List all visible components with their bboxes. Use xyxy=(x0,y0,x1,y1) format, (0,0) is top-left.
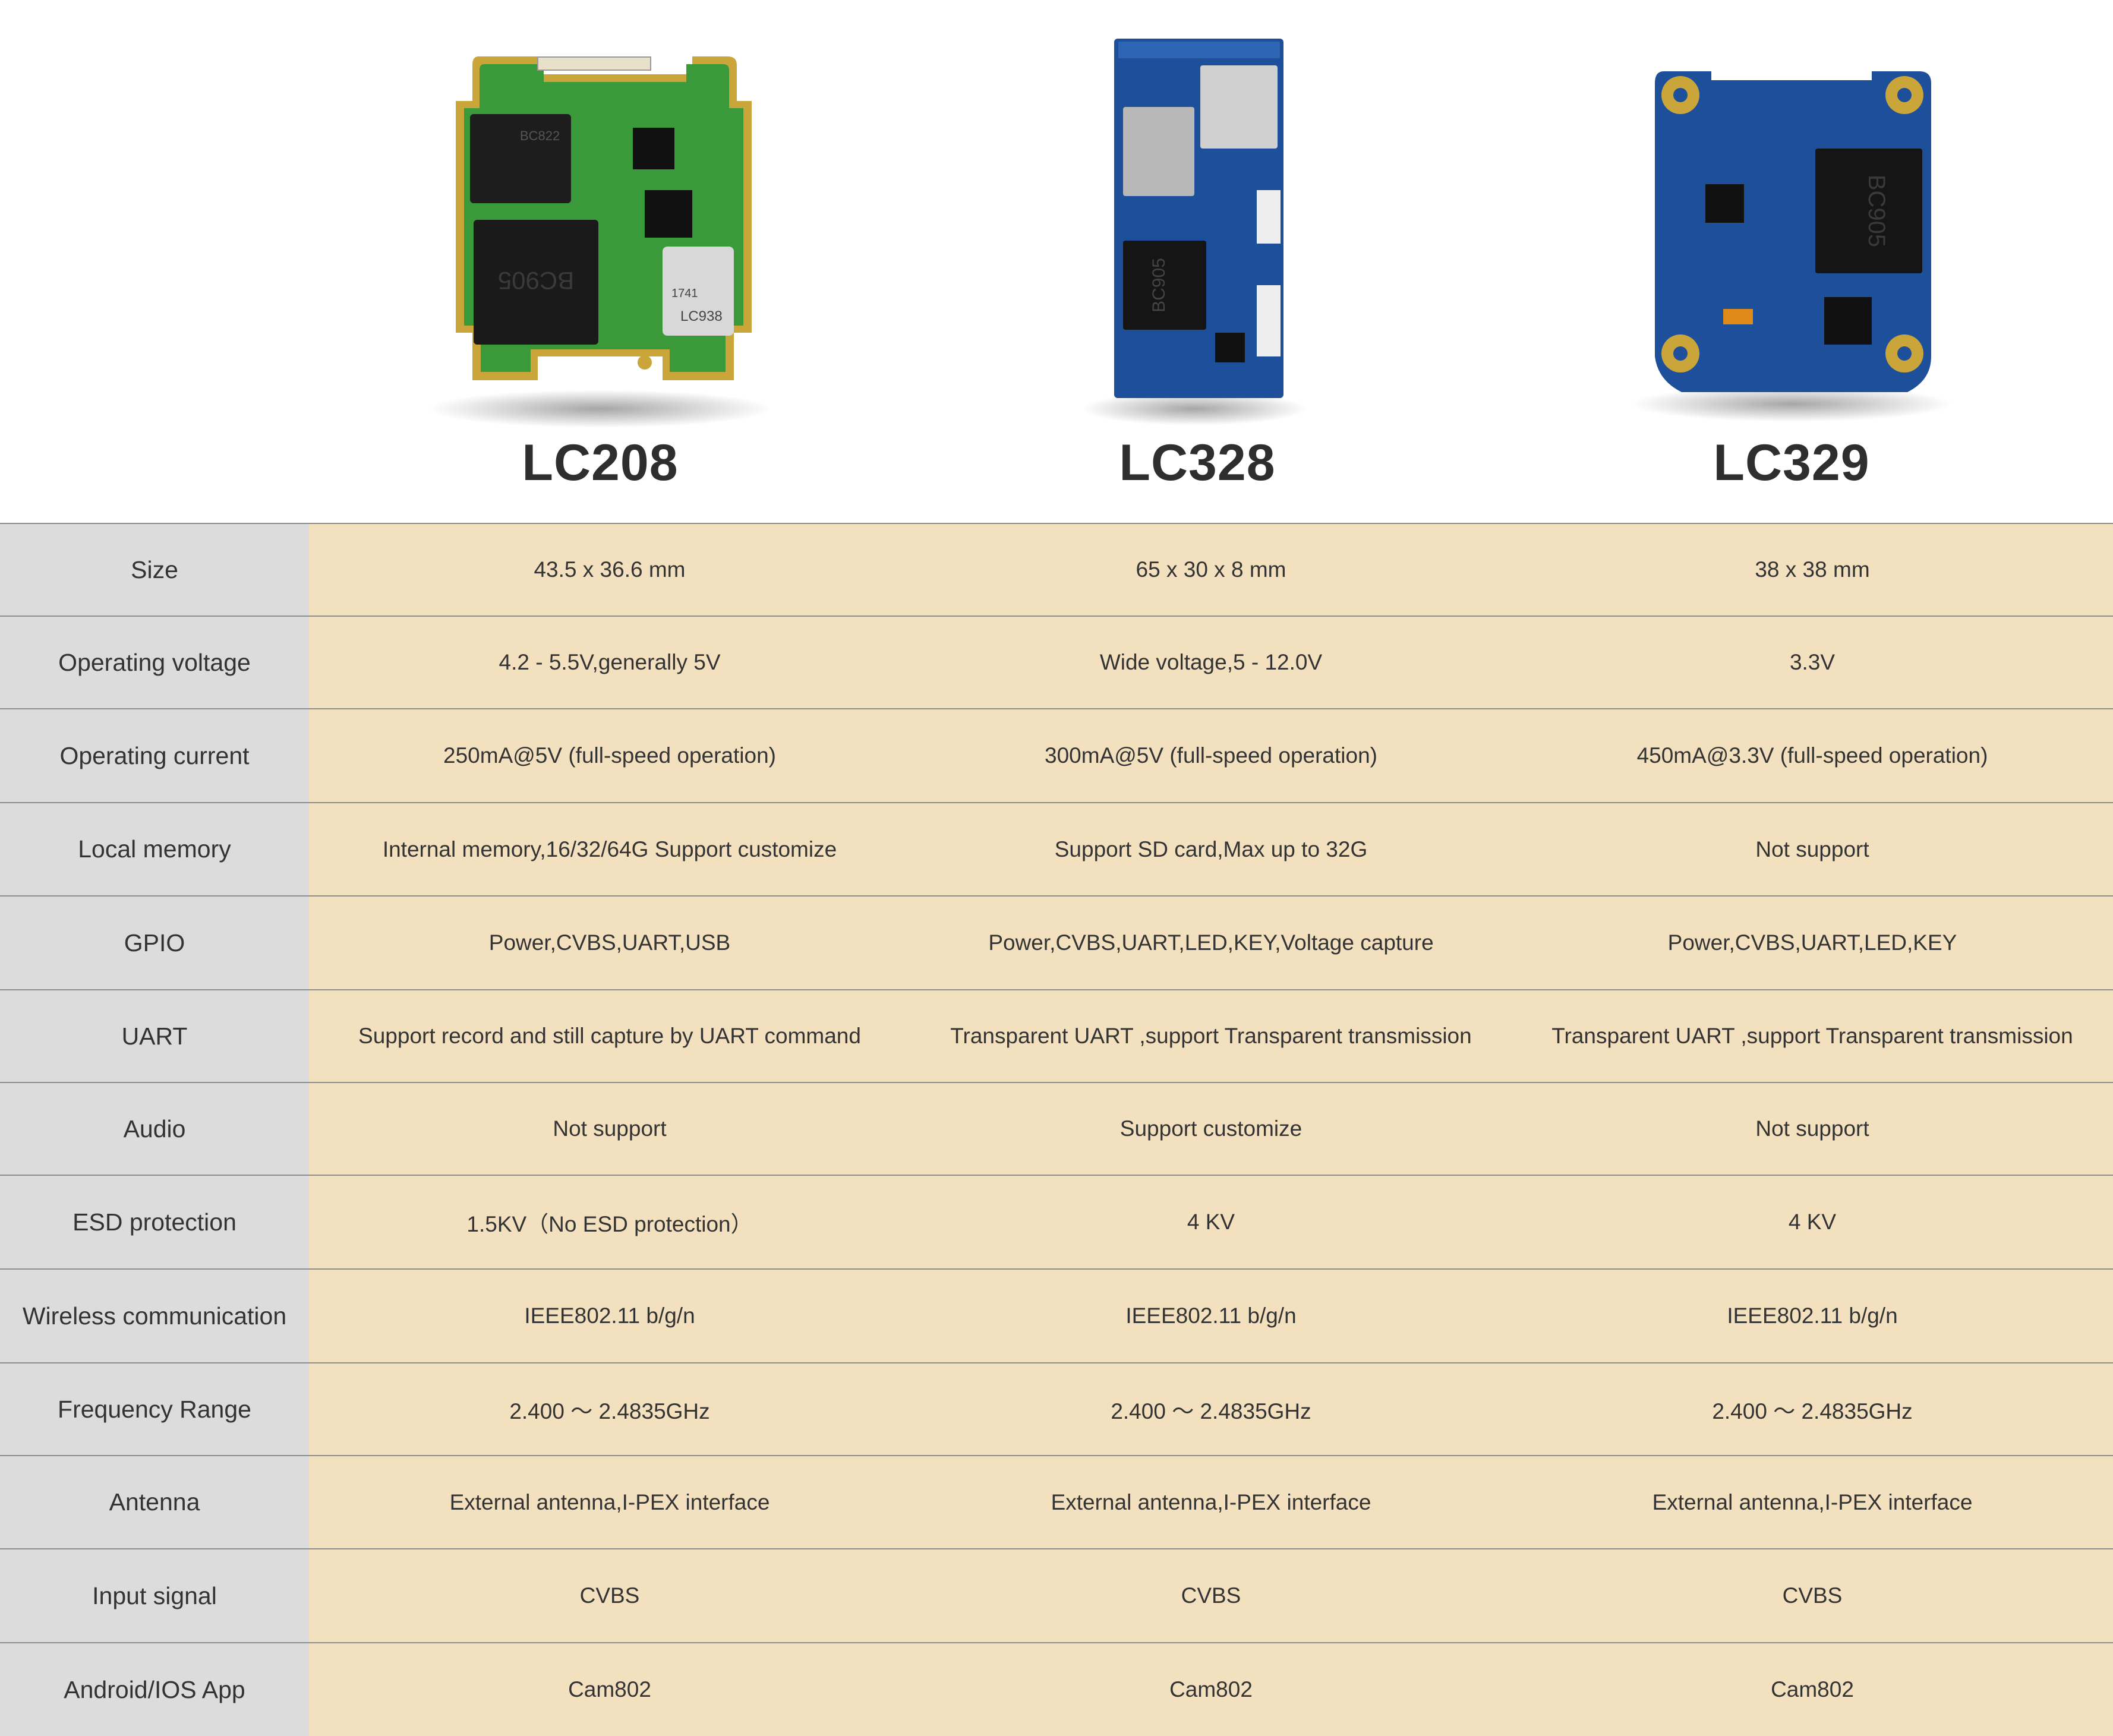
row-values: Cam802 Cam802 Cam802 xyxy=(309,1643,2113,1736)
table-cell: 1.5KV（No ESD protection） xyxy=(466,1212,753,1236)
product-name: LC329 xyxy=(1713,434,1870,491)
table-row: Audio Not support Support customize Not sup… xyxy=(0,1082,2113,1175)
table-cell: 300mA@5V (full-speed operation) xyxy=(1045,743,1377,768)
row-label: Local memory xyxy=(0,803,309,895)
table-cell: IEEE802.11 b/g/n xyxy=(524,1303,695,1328)
pcb-image-lc208: BC822 BC905 1741 LC938 xyxy=(428,56,772,428)
table-cell: 2.400 ～ 2.4835GHz xyxy=(509,1399,710,1423)
row-values: 4.2 - 5.5V,generally 5V Wide voltage,5 - … xyxy=(309,617,2113,708)
table-cell: Power,CVBS,UART,LED,KEY,Voltage capture xyxy=(988,930,1434,955)
table-cell: Transparent UART ,support Transparent tr… xyxy=(950,1024,1472,1048)
row-label: Size xyxy=(0,524,309,616)
chip-label: BC905 xyxy=(1863,175,1890,247)
chip-label: BC822 xyxy=(520,128,560,143)
table-row: Antenna External antenna,I-PEX interface E… xyxy=(0,1455,2113,1548)
table-cell: Power,CVBS,UART,USB xyxy=(488,930,731,955)
row-values: External antenna,I-PEX interface External… xyxy=(309,1456,2113,1548)
table-cell: CVBS xyxy=(579,1583,640,1608)
table-cell: 2.400 ～ 2.4835GHz xyxy=(1712,1399,1913,1423)
table-cell: IEEE802.11 b/g/n xyxy=(1727,1303,1898,1328)
table-cell: 4 KV xyxy=(1187,1210,1235,1234)
row-label: GPIO xyxy=(0,897,309,989)
pcb-image-lc328: BC905 xyxy=(1081,39,1307,425)
table-row: Size 43.5 x 36.6 mm 65 x 30 x 8 mm 38 x 38 … xyxy=(0,523,2113,616)
chip-label: BC905 xyxy=(1149,258,1169,313)
row-label: Frequency Range xyxy=(0,1363,309,1455)
row-values: IEEE802.11 b/g/n IEEE802.11 b/g/n IEEE802.… xyxy=(309,1270,2113,1362)
row-label: ESD protection xyxy=(0,1176,309,1268)
chip-label: 1741 xyxy=(671,287,698,300)
row-values: 2.400 ～ 2.4835GHz 2.400 ～ 2.4835GHz 2.400 … xyxy=(309,1363,2113,1455)
table-row: ESD protection 1.5KV（No ESD protection） 4 … xyxy=(0,1175,2113,1268)
table-cell: External antenna,I-PEX interface xyxy=(1652,1489,1973,1514)
table-row: Local memory Internal memory,16/32/64G Su… xyxy=(0,802,2113,895)
table-cell: Transparent UART ,support Transparent tr… xyxy=(1551,1024,2073,1048)
chip-label: LC938 xyxy=(680,308,723,324)
row-values: Support record and still capture by UART… xyxy=(309,990,2113,1082)
table-cell: Support record and still capture by UART… xyxy=(358,1024,861,1048)
product-lc208: BC822 BC905 1741 LC938 LC208 xyxy=(300,0,900,523)
row-values: 1.5KV（No ESD protection） 4 KV 4 KV xyxy=(309,1176,2113,1268)
table-cell: 38 x 38 mm xyxy=(1755,557,1870,582)
table-row: GPIO Power,CVBS,UART,USB Power,CVBS,UART,L… xyxy=(0,895,2113,989)
table-row: Input signal CVBS CVBS CVBS xyxy=(0,1548,2113,1642)
row-label: UART xyxy=(0,990,309,1082)
table-cell: Cam802 xyxy=(1771,1677,1854,1702)
row-values: 250mA@5V (full-speed operation) 300mA@5V … xyxy=(309,709,2113,802)
row-values: Power,CVBS,UART,USB Power,CVBS,UART,LED,K… xyxy=(309,897,2113,989)
product-header: BC822 BC905 1741 LC938 LC208 BC905 LC328… xyxy=(0,0,2113,523)
pcb-image-lc329: BC905 xyxy=(1631,71,1952,422)
row-label: Wireless communication xyxy=(0,1270,309,1362)
table-cell: External antenna,I-PEX interface xyxy=(449,1489,770,1514)
table-cell: Support SD card,Max up to 32G xyxy=(1054,837,1368,861)
table-row: Operating current 250mA@5V (full-speed op… xyxy=(0,708,2113,802)
table-cell: Cam802 xyxy=(1169,1677,1253,1702)
table-cell: Not support xyxy=(553,1116,667,1141)
table-row: Wireless communication IEEE802.11 b/g/n IE… xyxy=(0,1268,2113,1362)
table-cell: CVBS xyxy=(1782,1583,1843,1608)
spec-comparison-table: Size 43.5 x 36.6 mm 65 x 30 x 8 mm 38 x 38 … xyxy=(0,523,2113,1736)
table-cell: Not support xyxy=(1755,837,1869,861)
row-label: Input signal xyxy=(0,1549,309,1642)
product-name: LC328 xyxy=(1119,434,1276,491)
chip-label: BC905 xyxy=(498,267,574,295)
product-lc328: BC905 LC328 xyxy=(897,0,1497,523)
table-cell: External antenna,I-PEX interface xyxy=(1051,1489,1371,1514)
row-label: Audio xyxy=(0,1083,309,1175)
table-cell: 450mA@3.3V (full-speed operation) xyxy=(1636,743,1988,768)
table-row: Frequency Range 2.400 ～ 2.4835GHz 2.400 ～ … xyxy=(0,1362,2113,1455)
row-values: 43.5 x 36.6 mm 65 x 30 x 8 mm 38 x 38 mm xyxy=(309,524,2113,616)
row-label: Android/IOS App xyxy=(0,1643,309,1736)
table-cell: Not support xyxy=(1755,1116,1869,1141)
row-label: Antenna xyxy=(0,1456,309,1548)
row-label: Operating current xyxy=(0,709,309,802)
table-cell: 4.2 - 5.5V,generally 5V xyxy=(499,650,721,674)
table-cell: CVBS xyxy=(1181,1583,1241,1608)
table-cell: 2.400 ～ 2.4835GHz xyxy=(1111,1399,1311,1423)
table-cell: Wide voltage,5 - 12.0V xyxy=(1099,650,1323,674)
row-values: Not support Support customize Not support xyxy=(309,1083,2113,1175)
product-lc329: BC905 LC329 xyxy=(1491,0,2092,523)
table-cell: 43.5 x 36.6 mm xyxy=(534,557,686,582)
row-values: CVBS CVBS CVBS xyxy=(309,1549,2113,1642)
table-cell: Power,CVBS,UART,LED,KEY xyxy=(1667,930,1957,955)
table-cell: IEEE802.11 b/g/n xyxy=(1125,1303,1297,1328)
row-label: Operating voltage xyxy=(0,617,309,708)
table-row: UART Support record and still capture by … xyxy=(0,989,2113,1082)
table-cell: 250mA@5V (full-speed operation) xyxy=(443,743,776,768)
table-cell: 3.3V xyxy=(1789,650,1836,674)
row-values: Internal memory,16/32/64G Support custom… xyxy=(309,803,2113,895)
table-cell: 4 KV xyxy=(1788,1210,1837,1234)
product-name: LC208 xyxy=(522,434,679,491)
table-cell: Internal memory,16/32/64G Support custom… xyxy=(382,837,837,861)
table-cell: Cam802 xyxy=(568,1677,651,1702)
table-cell: 65 x 30 x 8 mm xyxy=(1136,557,1286,582)
table-row: Operating voltage 4.2 - 5.5V,generally 5V… xyxy=(0,616,2113,708)
table-row: Android/IOS App Cam802 Cam802 Cam802 xyxy=(0,1642,2113,1736)
table-cell: Support customize xyxy=(1119,1116,1303,1141)
